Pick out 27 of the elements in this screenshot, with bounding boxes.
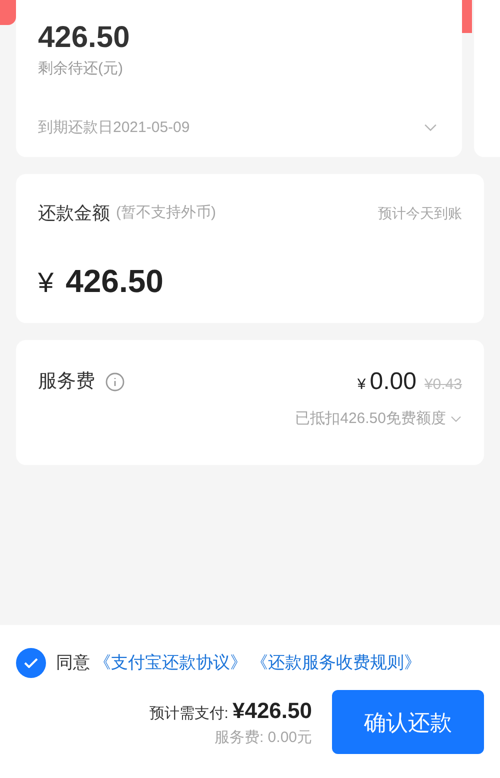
total-label: 预计需支付:	[149, 704, 228, 724]
agree-label: 同意	[56, 652, 90, 674]
repay-note: (暂不支持外币)	[116, 203, 216, 224]
balance-label: 剩余待还(元)	[38, 59, 124, 79]
fee-title: 服务费	[38, 370, 95, 394]
repay-amount: 426.50	[66, 262, 164, 301]
total-amount: ¥426.50	[232, 697, 312, 726]
confirm-button[interactable]: 确认还款	[332, 690, 484, 754]
chevron-icon[interactable]	[423, 123, 438, 132]
fee-currency: ¥	[357, 375, 366, 395]
fee-summary: 服务费: 0.00元	[214, 728, 312, 748]
agree-checkbox[interactable]	[16, 648, 46, 678]
arrival-text: 预计今天到账	[378, 204, 462, 223]
repay-title: 还款金额	[38, 202, 110, 225]
info-icon[interactable]	[105, 372, 125, 392]
due-date: 到期还款日2021-05-09	[38, 118, 190, 138]
currency-symbol: ¥	[38, 266, 54, 300]
chevron-icon[interactable]	[450, 415, 462, 424]
balance-amount: 426.50	[38, 20, 131, 56]
original-fee: ¥0.43	[424, 375, 462, 395]
agreement-link[interactable]: 《还款服务收费规则》	[251, 650, 421, 676]
check-icon	[24, 658, 38, 668]
fee-amount: 0.00	[370, 367, 416, 397]
deduction-text: 已抵扣426.50免费额度	[295, 409, 446, 429]
card-accent	[0, 0, 16, 25]
card-accent	[462, 0, 472, 33]
agreement-link[interactable]: 《支付宝还款协议》	[94, 650, 247, 676]
